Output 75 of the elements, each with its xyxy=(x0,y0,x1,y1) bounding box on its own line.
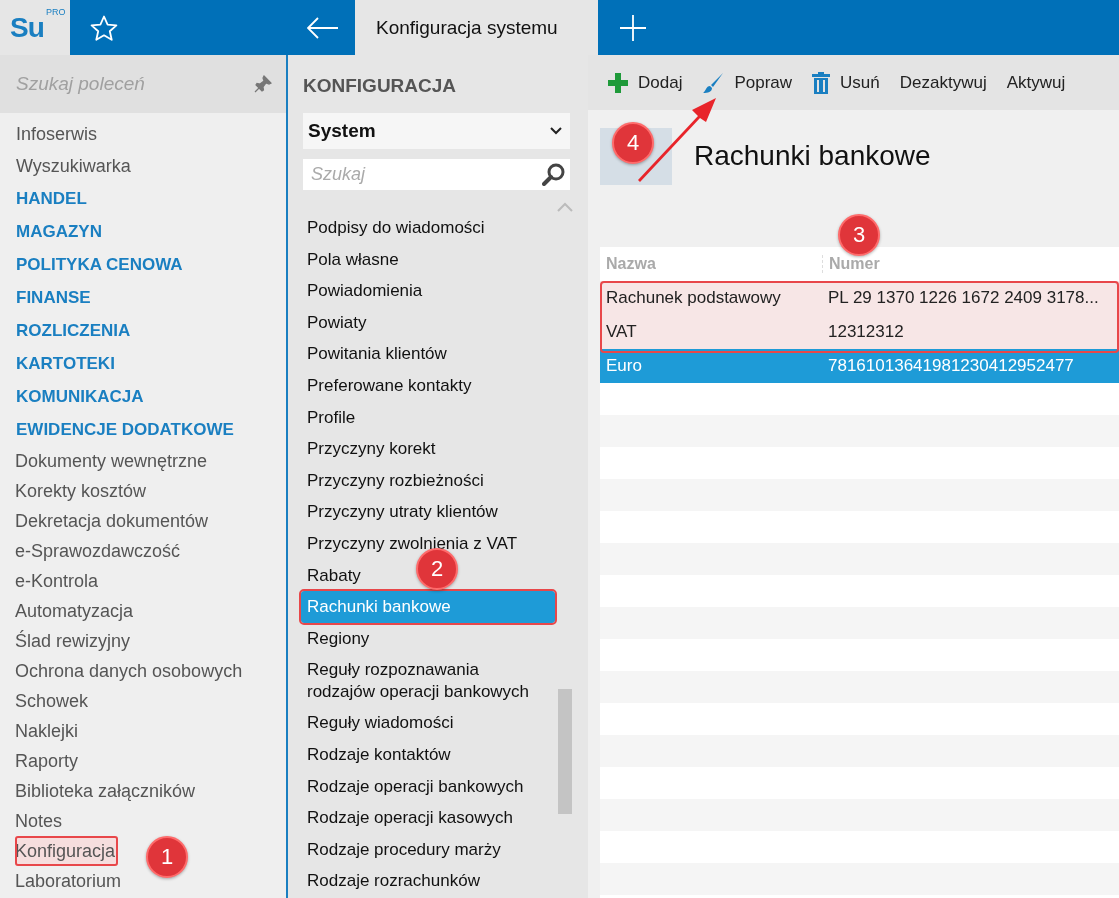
command-search-field[interactable]: Szukaj poleceń xyxy=(16,64,254,104)
sidebar-item[interactable]: Laboratorium xyxy=(15,866,126,896)
table-row[interactable]: VAT 12312312 xyxy=(600,315,1119,349)
toolbar-button[interactable]: Dezaktywuj xyxy=(893,68,993,97)
toolbar-button[interactable]: Popraw xyxy=(696,67,799,98)
plus-icon xyxy=(608,72,628,93)
sidebar-item[interactable]: Raporty xyxy=(15,746,83,776)
config-list-item[interactable]: Pola własne xyxy=(301,243,405,276)
config-list-item[interactable]: Preferowane kontakty xyxy=(301,369,478,402)
config-list-item[interactable]: Regiony xyxy=(301,622,376,655)
section-title: KONFIGURACJA xyxy=(303,74,458,98)
sidebar-item[interactable]: POLITYKA CENOWA xyxy=(0,248,199,281)
config-list-item[interactable]: Profile xyxy=(301,401,362,434)
star-icon[interactable] xyxy=(90,14,118,41)
table-cell-text: Rachunek podstawowy xyxy=(605,288,782,308)
command-search-bar[interactable]: Szukaj poleceń xyxy=(0,55,286,113)
search-icon[interactable] xyxy=(542,162,566,186)
page-title: Rachunki bankowe xyxy=(694,140,931,172)
toolbar-button[interactable]: Aktywuj xyxy=(1000,68,1072,97)
sidebar-item[interactable]: Naklejki xyxy=(15,716,83,746)
config-list-item[interactable]: Rodzaje procedury marży xyxy=(301,833,507,866)
sidebar-item[interactable]: Schowek xyxy=(15,686,93,716)
table-cell-text: 12312312 xyxy=(827,322,905,342)
sidebar-item[interactable]: HANDEL xyxy=(0,182,103,215)
search-field[interactable]: Szukaj xyxy=(303,159,570,190)
sidebar-item[interactable]: Dokumenty wewnętrzne xyxy=(15,446,212,476)
sidebar-item[interactable]: KARTOTEKI xyxy=(0,347,131,380)
table-cell-text: 78161013641981230412952477 xyxy=(827,356,1075,376)
config-list-item[interactable]: Reguły wiadomości xyxy=(301,707,460,739)
sidebar-item[interactable]: EWIDENCJE DODATKOWE xyxy=(0,413,250,446)
config-list-item[interactable]: Przyczyny utraty klientów xyxy=(301,496,504,528)
table-cell-text: Euro xyxy=(605,356,643,376)
config-list-item[interactable]: Rodzaje operacji bankowych xyxy=(301,770,530,803)
group-dropdown[interactable]: System xyxy=(303,113,570,149)
sidebar-item[interactable]: KOMUNIKACJA xyxy=(0,380,160,413)
config-list-item[interactable]: Przyczyny korekt xyxy=(301,433,442,465)
sidebar-item[interactable]: ROZLICZENIA xyxy=(0,314,147,347)
sidebar-item[interactable]: Biblioteka załączników xyxy=(15,776,200,806)
chevron-down-icon xyxy=(550,127,562,135)
sidebar-item[interactable]: e-Kontrola xyxy=(15,566,103,596)
config-list-item[interactable]: Powiadomienia xyxy=(301,275,429,307)
trash-icon xyxy=(812,71,831,94)
config-list-item[interactable]: Rodzaje kontaktów xyxy=(301,738,457,771)
sidebar-item[interactable]: Automatyzacja xyxy=(15,596,138,626)
sidebar-item[interactable]: Korekty kosztów xyxy=(15,476,151,506)
plus-icon[interactable] xyxy=(620,14,646,41)
tab[interactable]: Konfiguracja systemu xyxy=(355,0,598,55)
sidebar-item[interactable]: Dekretacja dokumentów xyxy=(15,506,213,536)
config-list-item[interactable]: Podpisy do wiadomości xyxy=(301,212,491,244)
sidebar-item[interactable]: Wyszukiwarka xyxy=(0,150,147,182)
logo-superscript-label: PRO xyxy=(46,7,66,17)
scrollbar-thumb[interactable] xyxy=(558,689,572,814)
sidebar-item[interactable]: Ślad rewizyjny xyxy=(15,626,135,656)
table-cell-text: VAT xyxy=(605,322,638,342)
config-list-item[interactable]: Powiaty xyxy=(301,306,373,339)
config-list-item[interactable]: Powitania klientów xyxy=(301,338,453,370)
logo-text: Su xyxy=(10,11,44,44)
table-row[interactable]: Rachunek podstawowy PL 29 1370 1226 1672 2409 3178... xyxy=(600,281,1119,315)
sidebar-item[interactable]: Ochrona danych osobowych xyxy=(15,656,247,686)
toolbar-button[interactable]: Dodaj xyxy=(602,68,689,97)
config-list-item[interactable]: Rodzaje operacji kasowych xyxy=(301,802,519,834)
table-cell-text: PL 29 1370 1226 1672 2409 3178... xyxy=(827,288,1100,308)
config-list-item[interactable]: Reguły rozpoznawania rodzajów operacji bankowych xyxy=(301,654,555,708)
back-arrow-icon[interactable] xyxy=(307,16,339,39)
config-list-item[interactable]: Rabaty xyxy=(301,559,367,592)
pin-icon[interactable] xyxy=(254,75,272,93)
sidebar-item[interactable]: e-Sprawozdawczość xyxy=(15,536,185,566)
sidebar-item[interactable]: Infoserwis xyxy=(0,119,114,151)
sidebar-item[interactable]: MAGAZYN xyxy=(0,215,118,248)
sidebar-item[interactable]: Notes xyxy=(15,806,67,836)
toolbar-button[interactable]: Usuń xyxy=(806,67,886,98)
config-list-item[interactable]: Przyczyny rozbieżności xyxy=(301,464,490,497)
config-list-item[interactable]: Rodzaje rozrachunków xyxy=(301,865,486,897)
sidebar-item[interactable]: FINANSE xyxy=(0,281,107,314)
sidebar-item[interactable]: Konfiguracja xyxy=(15,836,119,866)
